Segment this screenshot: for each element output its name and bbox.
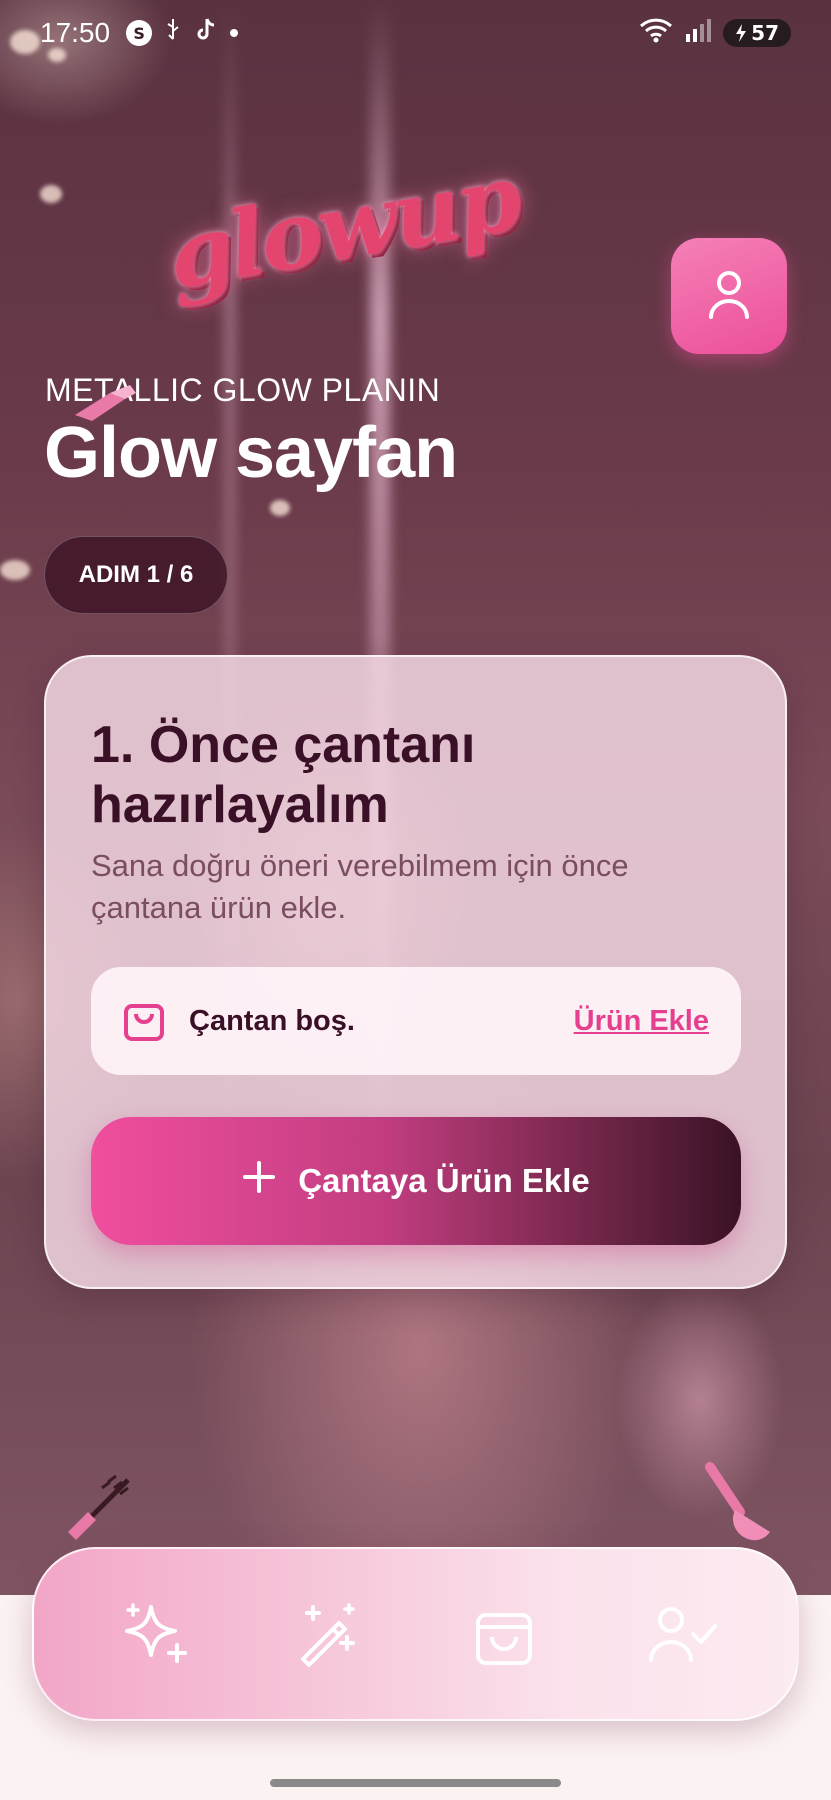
- more-notifications-icon: [230, 29, 239, 37]
- bottom-navigation: [32, 1547, 799, 1721]
- bag-status-row: Çantan boş. Ürün Ekle: [91, 967, 741, 1075]
- shopping-bag-icon: [123, 996, 165, 1046]
- card-subtitle: Sana doğru öneri verebilmem için önce ça…: [91, 848, 629, 925]
- add-to-bag-label: Çantaya Ürün Ekle: [298, 1162, 590, 1199]
- notification-badge-icon: S: [126, 20, 153, 46]
- nav-item-glow[interactable]: [114, 1594, 198, 1678]
- status-bar: 17:50 S 57: [0, 0, 831, 66]
- user-check-icon: [647, 1604, 717, 1668]
- magic-wand-icon: [295, 1601, 361, 1671]
- step-badge: ADIM 1 / 6: [44, 536, 228, 614]
- nav-item-profile[interactable]: [640, 1594, 724, 1678]
- bag-status-text: Çantan boş.: [189, 1004, 355, 1037]
- add-to-bag-button[interactable]: Çantaya Ürün Ekle: [91, 1117, 741, 1245]
- home-indicator[interactable]: [270, 1779, 561, 1787]
- add-product-link[interactable]: Ürün Ekle: [574, 1005, 709, 1038]
- battery-indicator: 57: [723, 19, 791, 47]
- shopping-bag-icon: [474, 1601, 534, 1671]
- status-time: 17:50: [40, 17, 111, 48]
- onboarding-step-card: 1. Önce çantanı hazırlayalım Sana doğru …: [44, 655, 787, 1289]
- profile-button[interactable]: [671, 238, 787, 354]
- nav-item-bag[interactable]: [462, 1594, 546, 1678]
- card-title: 1. Önce çantanı hazırlayalım: [91, 716, 476, 834]
- charging-icon: [736, 24, 747, 42]
- makeup-brush-decoration-icon: [700, 1462, 780, 1556]
- lipstick-decoration-icon: [70, 385, 140, 429]
- sparkles-icon: [121, 1599, 191, 1673]
- tiktok-icon: [194, 17, 218, 50]
- mascara-decoration-icon: [58, 1462, 138, 1546]
- plus-icon: [242, 1160, 276, 1202]
- user-icon: [707, 269, 751, 323]
- wifi-icon: [639, 17, 673, 50]
- nav-item-magic[interactable]: [286, 1594, 370, 1678]
- usb-icon: [164, 17, 182, 50]
- signal-icon: [685, 18, 712, 49]
- battery-level: 57: [751, 21, 779, 45]
